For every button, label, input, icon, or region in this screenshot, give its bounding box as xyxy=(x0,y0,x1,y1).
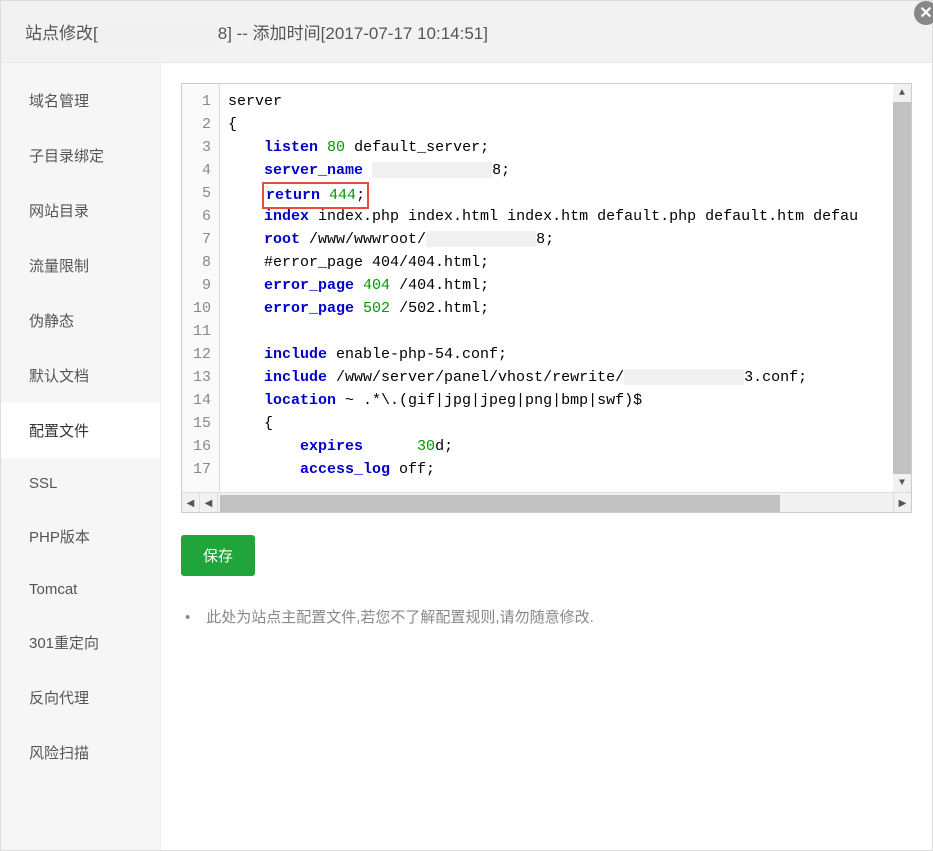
horizontal-scrollbar[interactable]: ◀ ◀ ▶ xyxy=(182,492,911,513)
code-line: server xyxy=(228,90,903,113)
scroll-left-arrow-icon[interactable]: ◀ xyxy=(182,493,200,514)
line-number: 10 xyxy=(186,297,211,320)
scroll-up-arrow-icon[interactable]: ▲ xyxy=(893,84,911,102)
code-line: root /www/wwwroot/8; xyxy=(228,228,903,251)
sidebar-item[interactable]: 流量限制 xyxy=(1,238,160,293)
code-line: include enable-php-54.conf; xyxy=(228,343,903,366)
scroll-down-arrow-icon[interactable]: ▼ xyxy=(893,474,911,492)
config-note: 此处为站点主配置文件,若您不了解配置规则,请勿随意修改. xyxy=(181,606,912,627)
line-number: 17 xyxy=(186,458,211,481)
line-number: 2 xyxy=(186,113,211,136)
sidebar: 域名管理子目录绑定网站目录流量限制伪静态默认文档配置文件SSLPHP版本Tomc… xyxy=(1,63,161,850)
editor-body: 1234567891011121314151617 server{ listen… xyxy=(182,84,911,492)
modal-title-prefix: 站点修改[ xyxy=(25,24,98,43)
code-line: { xyxy=(228,412,903,435)
code-line: error_page 502 /502.html; xyxy=(228,297,903,320)
vertical-scroll-thumb[interactable] xyxy=(893,102,911,474)
sidebar-item[interactable]: 配置文件 xyxy=(1,403,160,458)
scroll-left-arrow-icon-2[interactable]: ◀ xyxy=(200,493,218,514)
line-number: 1 xyxy=(186,90,211,113)
line-number: 5 xyxy=(186,182,211,205)
code-line xyxy=(228,320,903,343)
code-lines[interactable]: server{ listen 80 default_server; server… xyxy=(220,84,911,492)
modal-container: 站点修改[ 8] -- 添加时间[2017-07-17 10:14:51] ✕ 域… xyxy=(0,0,933,851)
vertical-scrollbar[interactable]: ▲ ▼ xyxy=(893,84,911,492)
sidebar-item[interactable]: 伪静态 xyxy=(1,293,160,348)
modal-title-redacted xyxy=(98,27,218,43)
line-number: 11 xyxy=(186,320,211,343)
modal-title-suffix: 8] -- 添加时间[2017-07-17 10:14:51] xyxy=(218,24,488,43)
sidebar-item[interactable]: 网站目录 xyxy=(1,183,160,238)
line-number: 8 xyxy=(186,251,211,274)
save-button[interactable]: 保存 xyxy=(181,535,255,576)
code-line: { xyxy=(228,113,903,136)
line-number: 12 xyxy=(186,343,211,366)
code-line: error_page 404 /404.html; xyxy=(228,274,903,297)
line-number: 13 xyxy=(186,366,211,389)
content-area: 1234567891011121314151617 server{ listen… xyxy=(161,63,932,850)
line-number: 15 xyxy=(186,412,211,435)
sidebar-item[interactable]: PHP版本 xyxy=(1,509,160,564)
line-number: 3 xyxy=(186,136,211,159)
line-number: 6 xyxy=(186,205,211,228)
sidebar-item[interactable]: 默认文档 xyxy=(1,348,160,403)
line-number: 7 xyxy=(186,228,211,251)
code-line: return 444; xyxy=(228,182,903,205)
sidebar-item[interactable]: SSL xyxy=(1,458,160,509)
code-line: index index.php index.html index.htm def… xyxy=(228,205,903,228)
code-line: include /www/server/panel/vhost/rewrite/… xyxy=(228,366,903,389)
sidebar-item[interactable]: Tomcat xyxy=(1,564,160,615)
code-line: listen 80 default_server; xyxy=(228,136,903,159)
sidebar-item[interactable]: 风险扫描 xyxy=(1,725,160,780)
code-line: access_log off; xyxy=(228,458,903,481)
sidebar-item[interactable]: 域名管理 xyxy=(1,73,160,128)
code-line: expires 30d; xyxy=(228,435,903,458)
modal-header: 站点修改[ 8] -- 添加时间[2017-07-17 10:14:51] ✕ xyxy=(1,1,932,63)
horizontal-scroll-thumb[interactable] xyxy=(220,495,780,513)
modal-body: 域名管理子目录绑定网站目录流量限制伪静态默认文档配置文件SSLPHP版本Tomc… xyxy=(1,63,932,850)
scroll-right-arrow-icon[interactable]: ▶ xyxy=(893,493,911,514)
code-line: #error_page 404/404.html; xyxy=(228,251,903,274)
code-line: location ~ .*\.(gif|jpg|jpeg|png|bmp|swf… xyxy=(228,389,903,412)
sidebar-item[interactable]: 301重定向 xyxy=(1,615,160,670)
line-number: 9 xyxy=(186,274,211,297)
line-number: 4 xyxy=(186,159,211,182)
line-gutter: 1234567891011121314151617 xyxy=(182,84,220,492)
hscroll-track[interactable] xyxy=(218,493,893,514)
sidebar-item[interactable]: 反向代理 xyxy=(1,670,160,725)
close-icon[interactable]: ✕ xyxy=(914,1,933,25)
line-number: 14 xyxy=(186,389,211,412)
sidebar-item[interactable]: 子目录绑定 xyxy=(1,128,160,183)
code-line: server_name 8; xyxy=(228,159,903,182)
code-editor[interactable]: 1234567891011121314151617 server{ listen… xyxy=(181,83,912,513)
line-number: 16 xyxy=(186,435,211,458)
